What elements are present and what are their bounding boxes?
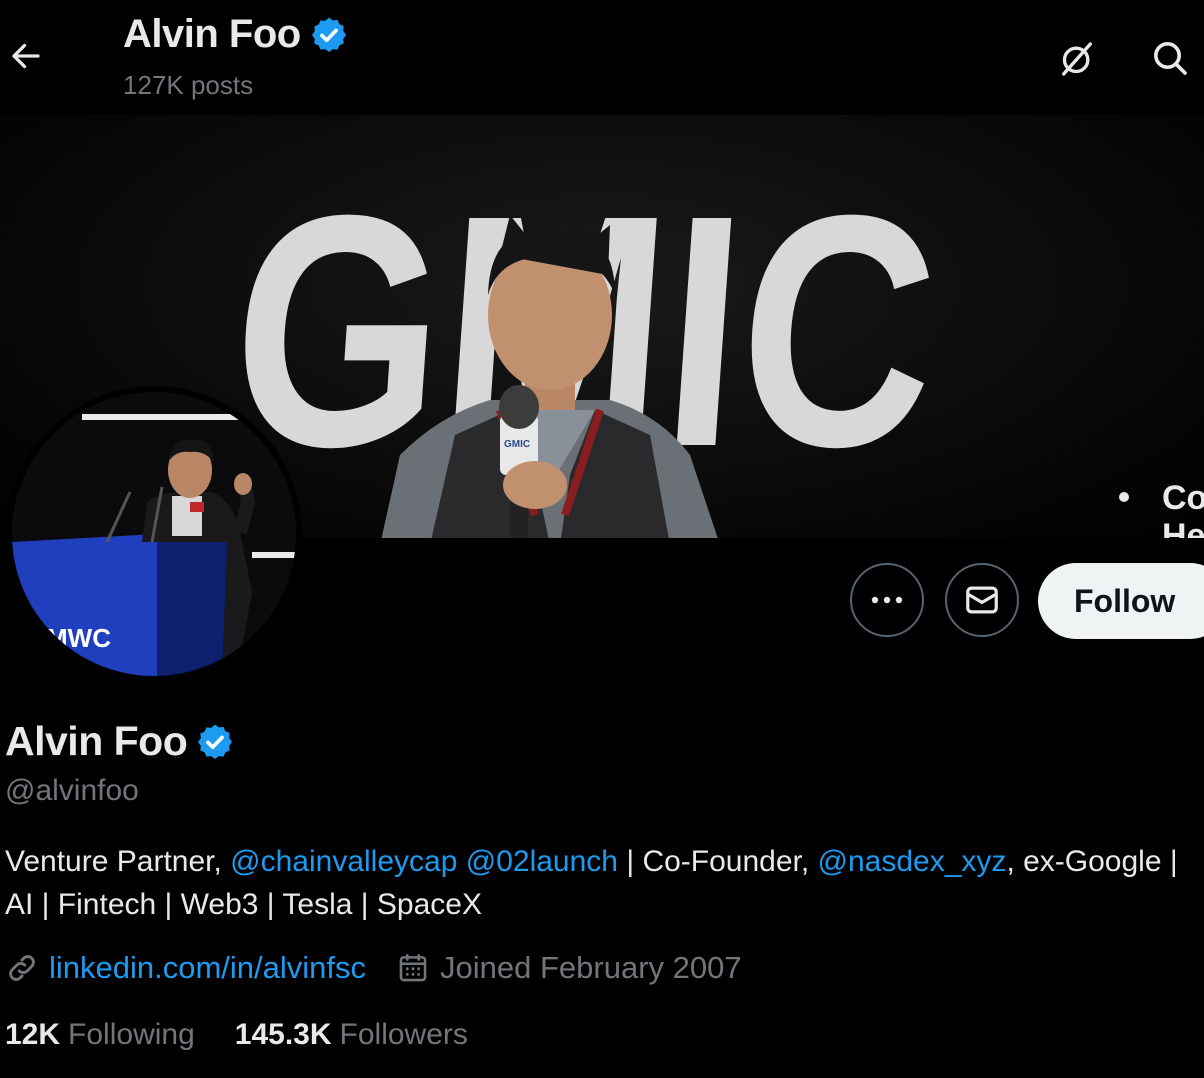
banner-slide-text: Co He xyxy=(1119,479,1204,538)
more-options-button[interactable] xyxy=(850,563,924,637)
avatar-image: MWC xyxy=(12,392,296,676)
envelope-icon xyxy=(966,586,998,614)
joined-text: Joined February 2007 xyxy=(440,950,742,985)
grok-button[interactable] xyxy=(1052,34,1102,84)
link-icon xyxy=(9,955,35,981)
bio-text: Venture Partner, xyxy=(5,845,231,878)
following-link[interactable]: 12K Following xyxy=(5,1018,195,1052)
following-label: Following xyxy=(68,1018,195,1051)
banner-speaker-photo: GMIC xyxy=(381,205,718,538)
mic-label: GMIC xyxy=(504,439,530,450)
following-count: 12K xyxy=(5,1018,61,1051)
follow-button[interactable]: Follow xyxy=(1038,563,1204,639)
avatar[interactable]: MWC xyxy=(6,386,302,682)
profile-bio: Venture Partner, @chainvalleycap @02laun… xyxy=(5,840,1195,926)
more-dots-icon xyxy=(871,596,903,604)
header-name: Alvin Foo xyxy=(123,12,301,56)
website-url[interactable]: linkedin.com/in/alvinfsc xyxy=(49,950,366,986)
followers-count: 145.3K xyxy=(234,1018,332,1051)
profile-display-name: Alvin Foo xyxy=(5,718,188,764)
top-bar: Alvin Foo 127K posts xyxy=(0,0,1204,115)
bio-text: | Co-Founder, xyxy=(617,845,818,878)
search-button[interactable] xyxy=(1144,32,1196,84)
profile-page: Alvin Foo 127K posts GMIC Co He MWC Foll… xyxy=(0,0,1204,1078)
bio-text xyxy=(457,845,465,878)
header-title: Alvin Foo xyxy=(123,12,349,57)
posts-count: 127K posts xyxy=(123,70,254,100)
profile-name-row: Alvin Foo xyxy=(5,718,235,765)
profile-meta: linkedin.com/in/alvinfsc Joined February… xyxy=(5,950,742,986)
verified-badge-icon[interactable] xyxy=(195,722,235,762)
profile-stats: 12K Following 145.3K Followers xyxy=(5,1018,468,1052)
back-button[interactable] xyxy=(6,36,46,76)
joined-date: Joined February 2007 xyxy=(396,950,742,986)
podium-text: MWC xyxy=(46,623,111,653)
followers-link[interactable]: 145.3K Followers xyxy=(235,1018,468,1052)
mention-link[interactable]: @02launch xyxy=(466,845,618,878)
calendar-icon xyxy=(399,953,427,982)
grok-icon xyxy=(1062,42,1092,76)
svg-text:He: He xyxy=(1162,517,1204,538)
followers-label: Followers xyxy=(339,1018,468,1051)
avatar-photo: MWC xyxy=(12,392,296,676)
verified-badge-icon xyxy=(311,17,346,52)
message-button[interactable] xyxy=(945,563,1019,637)
profile-handle: @alvinfoo xyxy=(5,774,139,807)
mention-link[interactable]: @chainvalleycap xyxy=(230,845,457,878)
website-link[interactable]: linkedin.com/in/alvinfsc xyxy=(5,950,366,986)
arrow-left-icon xyxy=(12,43,40,69)
svg-text:Co: Co xyxy=(1162,479,1204,517)
mention-link[interactable]: @nasdex_xyz xyxy=(818,845,1007,878)
search-icon xyxy=(1154,42,1187,75)
